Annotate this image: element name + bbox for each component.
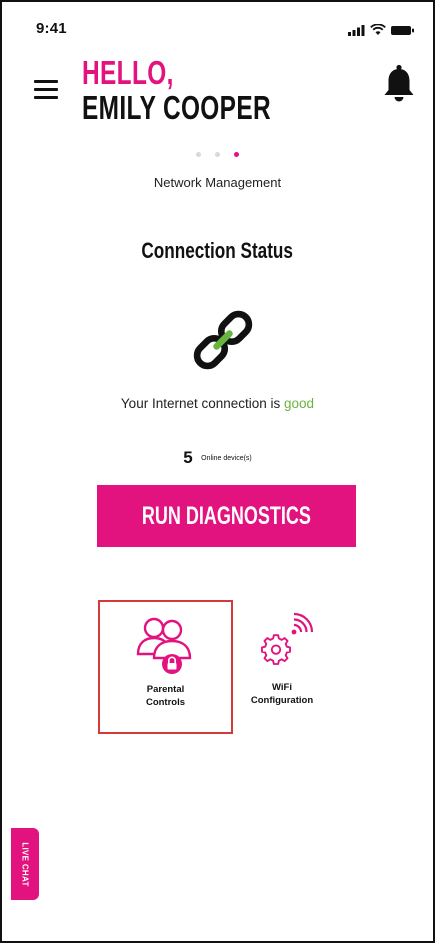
carousel-indicator (2, 152, 433, 157)
battery-icon (391, 25, 414, 35)
status-value: good (284, 396, 315, 411)
device-count: 5 (183, 448, 193, 467)
parental-controls-tile[interactable]: Parental Controls (98, 600, 233, 734)
wifi-signal-icon (370, 24, 386, 35)
run-diagnostics-button[interactable]: RUN DIAGNOSTICS (97, 485, 356, 547)
status-time: 9:41 (36, 20, 67, 37)
wifi-configuration-tile[interactable]: WiFi Configuration (232, 600, 332, 734)
section-label: Network Management (153, 175, 282, 190)
online-devices: 5 Online device(s) (2, 448, 433, 468)
run-diagnostics-label: RUN DIAGNOSTICS (141, 501, 311, 530)
carousel-dot[interactable] (196, 152, 201, 157)
device-count-label: Online device(s) (201, 454, 252, 462)
hamburger-menu-icon[interactable] (34, 80, 60, 102)
app-header: HELLO, EMILY COOPER (2, 50, 433, 130)
app-screen: 9:41 HELLO, EMILY COOPER Network Managem… (0, 0, 435, 943)
wifi-configuration-label: WiFi Configuration (250, 682, 314, 706)
parental-controls-label: Parental Controls (145, 684, 186, 708)
connection-status-title: Connection Status (141, 238, 294, 263)
wifi-settings-icon (261, 612, 314, 665)
live-chat-label: LIVE CHAT (20, 841, 30, 887)
carousel-dot[interactable] (215, 152, 220, 157)
greeting-user-name: EMILY COOPER (82, 89, 272, 126)
carousel-dot-active[interactable] (234, 152, 239, 157)
connection-status-text: Your Internet connection is good (2, 396, 433, 411)
live-chat-tab[interactable]: LIVE CHAT (11, 828, 39, 900)
connection-link-icon (193, 310, 253, 370)
status-bar: 9:41 (2, 2, 433, 42)
parental-controls-icon (136, 617, 192, 674)
notification-bell-icon[interactable] (382, 64, 416, 104)
status-prefix: Your Internet connection is (120, 396, 285, 411)
greeting: HELLO, EMILY COOPER (82, 56, 337, 124)
cellular-signal-icon (348, 24, 365, 36)
system-icons (348, 24, 415, 36)
greeting-hello: HELLO, (82, 54, 174, 91)
